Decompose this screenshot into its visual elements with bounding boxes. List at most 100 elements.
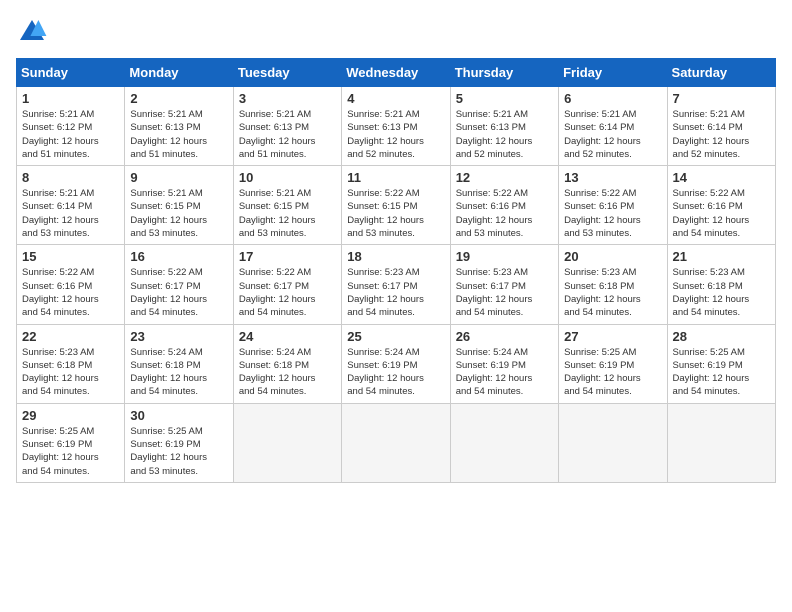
calendar-day-cell: 4 Sunrise: 5:21 AM Sunset: 6:13 PM Daylig…: [342, 87, 450, 166]
day-info: Sunrise: 5:25 AM Sunset: 6:19 PM Dayligh…: [130, 425, 227, 478]
day-info: Sunrise: 5:25 AM Sunset: 6:19 PM Dayligh…: [673, 346, 770, 399]
day-info: Sunrise: 5:22 AM Sunset: 6:17 PM Dayligh…: [130, 266, 227, 319]
day-info: Sunrise: 5:24 AM Sunset: 6:18 PM Dayligh…: [239, 346, 336, 399]
day-info: Sunrise: 5:22 AM Sunset: 6:16 PM Dayligh…: [564, 187, 661, 240]
day-info: Sunrise: 5:23 AM Sunset: 6:18 PM Dayligh…: [673, 266, 770, 319]
day-of-week-header: Sunday: [17, 59, 125, 87]
calendar-day-cell: 17 Sunrise: 5:22 AM Sunset: 6:17 PM Dayli…: [233, 245, 341, 324]
calendar-day-cell: [342, 403, 450, 482]
calendar-day-cell: 6Sunrise: 5:21 AM Sunset: 6:14 PM Daylig…: [559, 87, 667, 166]
day-number: 14: [673, 170, 770, 185]
day-number: 3: [239, 91, 336, 106]
calendar-day-cell: 24 Sunrise: 5:24 AM Sunset: 6:18 PM Dayli…: [233, 324, 341, 403]
calendar-day-cell: 20 Sunrise: 5:23 AM Sunset: 6:18 PM Dayli…: [559, 245, 667, 324]
day-info: Sunrise: 5:22 AM Sunset: 6:16 PM Dayligh…: [22, 266, 119, 319]
day-number: 4: [347, 91, 444, 106]
day-number: 2: [130, 91, 227, 106]
calendar-week-row: 29 Sunrise: 5:25 AM Sunset: 6:19 PM Dayli…: [17, 403, 776, 482]
calendar-day-cell: [667, 403, 775, 482]
calendar-day-cell: [559, 403, 667, 482]
calendar-day-cell: 27 Sunrise: 5:25 AM Sunset: 6:19 PM Dayli…: [559, 324, 667, 403]
calendar-body: 1Sunrise: 5:21 AM Sunset: 6:12 PM Daylig…: [17, 87, 776, 483]
day-info: Sunrise: 5:25 AM Sunset: 6:19 PM Dayligh…: [564, 346, 661, 399]
calendar-day-cell: 13 Sunrise: 5:22 AM Sunset: 6:16 PM Dayli…: [559, 166, 667, 245]
day-number: 13: [564, 170, 661, 185]
day-of-week-header: Saturday: [667, 59, 775, 87]
day-number: 11: [347, 170, 444, 185]
day-number: 17: [239, 249, 336, 264]
calendar-day-cell: 23 Sunrise: 5:24 AM Sunset: 6:18 PM Dayli…: [125, 324, 233, 403]
calendar-day-cell: 16 Sunrise: 5:22 AM Sunset: 6:17 PM Dayli…: [125, 245, 233, 324]
day-of-week-header: Thursday: [450, 59, 558, 87]
day-info: Sunrise: 5:22 AM Sunset: 6:16 PM Dayligh…: [673, 187, 770, 240]
calendar-day-cell: 15 Sunrise: 5:22 AM Sunset: 6:16 PM Dayli…: [17, 245, 125, 324]
day-number: 5: [456, 91, 553, 106]
calendar-day-cell: [450, 403, 558, 482]
day-number: 22: [22, 329, 119, 344]
day-info: Sunrise: 5:21 AM Sunset: 6:14 PM Dayligh…: [673, 108, 770, 161]
calendar-day-cell: 9 Sunrise: 5:21 AM Sunset: 6:15 PM Daylig…: [125, 166, 233, 245]
day-number: 19: [456, 249, 553, 264]
calendar-week-row: 8Sunrise: 5:21 AM Sunset: 6:14 PM Daylig…: [17, 166, 776, 245]
calendar-day-cell: 25 Sunrise: 5:24 AM Sunset: 6:19 PM Dayli…: [342, 324, 450, 403]
day-of-week-header: Friday: [559, 59, 667, 87]
day-info: Sunrise: 5:22 AM Sunset: 6:17 PM Dayligh…: [239, 266, 336, 319]
day-info: Sunrise: 5:21 AM Sunset: 6:13 PM Dayligh…: [130, 108, 227, 161]
day-number: 29: [22, 408, 119, 423]
calendar-table: SundayMondayTuesdayWednesdayThursdayFrid…: [16, 58, 776, 483]
calendar-day-cell: 22 Sunrise: 5:23 AM Sunset: 6:18 PM Dayli…: [17, 324, 125, 403]
day-info: Sunrise: 5:21 AM Sunset: 6:14 PM Dayligh…: [22, 187, 119, 240]
day-info: Sunrise: 5:25 AM Sunset: 6:19 PM Dayligh…: [22, 425, 119, 478]
day-number: 24: [239, 329, 336, 344]
calendar-day-cell: 2 Sunrise: 5:21 AM Sunset: 6:13 PM Daylig…: [125, 87, 233, 166]
day-number: 10: [239, 170, 336, 185]
day-info: Sunrise: 5:22 AM Sunset: 6:15 PM Dayligh…: [347, 187, 444, 240]
day-number: 23: [130, 329, 227, 344]
calendar-day-cell: 8Sunrise: 5:21 AM Sunset: 6:14 PM Daylig…: [17, 166, 125, 245]
day-number: 18: [347, 249, 444, 264]
day-info: Sunrise: 5:23 AM Sunset: 6:18 PM Dayligh…: [22, 346, 119, 399]
calendar-week-row: 1Sunrise: 5:21 AM Sunset: 6:12 PM Daylig…: [17, 87, 776, 166]
day-info: Sunrise: 5:23 AM Sunset: 6:17 PM Dayligh…: [347, 266, 444, 319]
day-info: Sunrise: 5:21 AM Sunset: 6:13 PM Dayligh…: [456, 108, 553, 161]
day-number: 28: [673, 329, 770, 344]
day-of-week-header: Tuesday: [233, 59, 341, 87]
calendar-week-row: 22 Sunrise: 5:23 AM Sunset: 6:18 PM Dayli…: [17, 324, 776, 403]
calendar-day-cell: 21 Sunrise: 5:23 AM Sunset: 6:18 PM Dayli…: [667, 245, 775, 324]
day-number: 12: [456, 170, 553, 185]
calendar-day-cell: 11 Sunrise: 5:22 AM Sunset: 6:15 PM Dayli…: [342, 166, 450, 245]
calendar-day-cell: 10Sunrise: 5:21 AM Sunset: 6:15 PM Dayli…: [233, 166, 341, 245]
day-info: Sunrise: 5:21 AM Sunset: 6:13 PM Dayligh…: [347, 108, 444, 161]
day-info: Sunrise: 5:21 AM Sunset: 6:13 PM Dayligh…: [239, 108, 336, 161]
day-number: 1: [22, 91, 119, 106]
day-number: 21: [673, 249, 770, 264]
day-of-week-header: Wednesday: [342, 59, 450, 87]
day-info: Sunrise: 5:23 AM Sunset: 6:17 PM Dayligh…: [456, 266, 553, 319]
calendar-day-cell: 19 Sunrise: 5:23 AM Sunset: 6:17 PM Dayli…: [450, 245, 558, 324]
day-number: 27: [564, 329, 661, 344]
calendar-week-row: 15 Sunrise: 5:22 AM Sunset: 6:16 PM Dayli…: [17, 245, 776, 324]
day-of-week-header: Monday: [125, 59, 233, 87]
days-of-week-row: SundayMondayTuesdayWednesdayThursdayFrid…: [17, 59, 776, 87]
day-info: Sunrise: 5:21 AM Sunset: 6:15 PM Dayligh…: [130, 187, 227, 240]
day-info: Sunrise: 5:24 AM Sunset: 6:19 PM Dayligh…: [456, 346, 553, 399]
day-number: 6: [564, 91, 661, 106]
calendar-day-cell: 1Sunrise: 5:21 AM Sunset: 6:12 PM Daylig…: [17, 87, 125, 166]
day-number: 25: [347, 329, 444, 344]
calendar-header: SundayMondayTuesdayWednesdayThursdayFrid…: [17, 59, 776, 87]
calendar-day-cell: 12Sunrise: 5:22 AM Sunset: 6:16 PM Dayli…: [450, 166, 558, 245]
logo-icon: [16, 16, 48, 48]
day-info: Sunrise: 5:24 AM Sunset: 6:19 PM Dayligh…: [347, 346, 444, 399]
day-info: Sunrise: 5:23 AM Sunset: 6:18 PM Dayligh…: [564, 266, 661, 319]
header: [16, 16, 776, 48]
day-number: 26: [456, 329, 553, 344]
calendar-day-cell: 3 Sunrise: 5:21 AM Sunset: 6:13 PM Daylig…: [233, 87, 341, 166]
day-info: Sunrise: 5:24 AM Sunset: 6:18 PM Dayligh…: [130, 346, 227, 399]
calendar-day-cell: 30Sunrise: 5:25 AM Sunset: 6:19 PM Dayli…: [125, 403, 233, 482]
calendar-day-cell: 14 Sunrise: 5:22 AM Sunset: 6:16 PM Dayli…: [667, 166, 775, 245]
day-number: 15: [22, 249, 119, 264]
day-number: 9: [130, 170, 227, 185]
day-number: 16: [130, 249, 227, 264]
day-number: 20: [564, 249, 661, 264]
calendar-day-cell: 26 Sunrise: 5:24 AM Sunset: 6:19 PM Dayli…: [450, 324, 558, 403]
